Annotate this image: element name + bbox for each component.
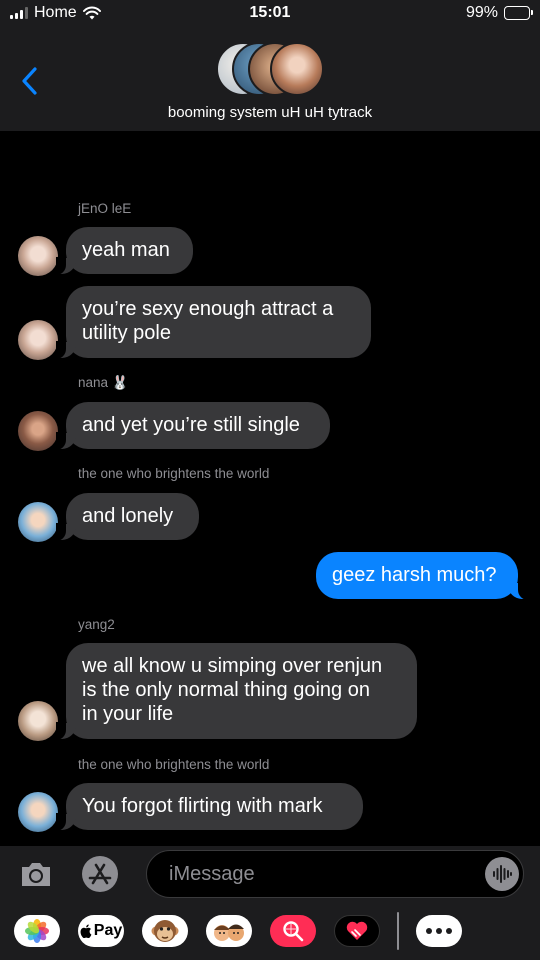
app-store-icon[interactable] [82, 856, 118, 892]
group-name[interactable]: booming system uH uH tytrack [0, 104, 540, 121]
message-text: we all know u simping over renjun is the… [82, 655, 383, 725]
status-bar: Home 15:01 99% [0, 0, 540, 28]
group-avatar-stack[interactable] [216, 42, 326, 98]
message-text: and lonely [82, 505, 174, 527]
message-text: You forgot flirting with mark [82, 795, 323, 817]
status-right: 99% [465, 4, 533, 22]
group-member-avatar [270, 42, 324, 96]
photos-icon[interactable] [14, 915, 60, 947]
app-drawer: Pay [0, 902, 540, 960]
apple-pay-label: Pay [93, 922, 123, 939]
sender-avatar[interactable] [18, 792, 58, 832]
sender-name: yang2 [78, 617, 115, 632]
more-icon[interactable] [416, 915, 462, 947]
message-text: yeah man [82, 239, 170, 261]
sender-name: nana 🐰 [78, 375, 129, 390]
apple-pay-icon[interactable]: Pay [78, 915, 124, 947]
sender-avatar[interactable] [18, 320, 58, 360]
message-bubble[interactable]: you’re sexy enough attract a utility pol… [56, 286, 371, 359]
digital-touch-icon[interactable] [334, 915, 380, 947]
battery-charging-icon [504, 6, 533, 20]
status-time: 15:01 [249, 4, 291, 21]
message-bubble[interactable]: and yet you’re still single [56, 402, 330, 450]
sender-avatar[interactable] [18, 502, 58, 542]
sender-name: the one who brightens the world [78, 466, 270, 481]
drawer-divider [397, 912, 399, 950]
battery-percentage: 99% [465, 4, 498, 21]
back-button[interactable] [18, 66, 42, 96]
monkey-memoji-icon[interactable] [142, 915, 188, 947]
message-bubble[interactable]: we all know u simping over renjun is the… [56, 643, 417, 740]
web-images-search-icon[interactable] [270, 915, 316, 947]
sender-avatar[interactable] [18, 701, 58, 741]
message-bubble[interactable]: and lonely [56, 493, 199, 541]
message-input[interactable] [167, 851, 471, 898]
conversation-header: booming system uH uH tytrack [0, 28, 540, 131]
sender-avatar[interactable] [18, 411, 58, 451]
message-text: and yet you’re still single [82, 414, 300, 436]
message-bubble-outgoing[interactable]: geez harsh much? [316, 552, 528, 600]
camera-icon[interactable] [18, 856, 54, 892]
compose-bar [0, 846, 540, 902]
message-bubble[interactable]: yeah man [56, 227, 193, 275]
sender-avatar[interactable] [18, 236, 58, 276]
sender-name: jEnO leE [78, 201, 132, 216]
memoji-stickers-icon[interactable] [206, 915, 252, 947]
audio-waveform-icon[interactable] [485, 857, 519, 891]
message-bubble[interactable]: You forgot flirting with mark [56, 783, 363, 831]
message-text: you’re sexy enough attract a utility pol… [82, 298, 334, 344]
sender-name: the one who brightens the world [78, 757, 270, 772]
apple-logo-icon [80, 924, 92, 938]
message-text: geez harsh much? [332, 564, 497, 586]
message-input-field[interactable] [146, 850, 524, 898]
